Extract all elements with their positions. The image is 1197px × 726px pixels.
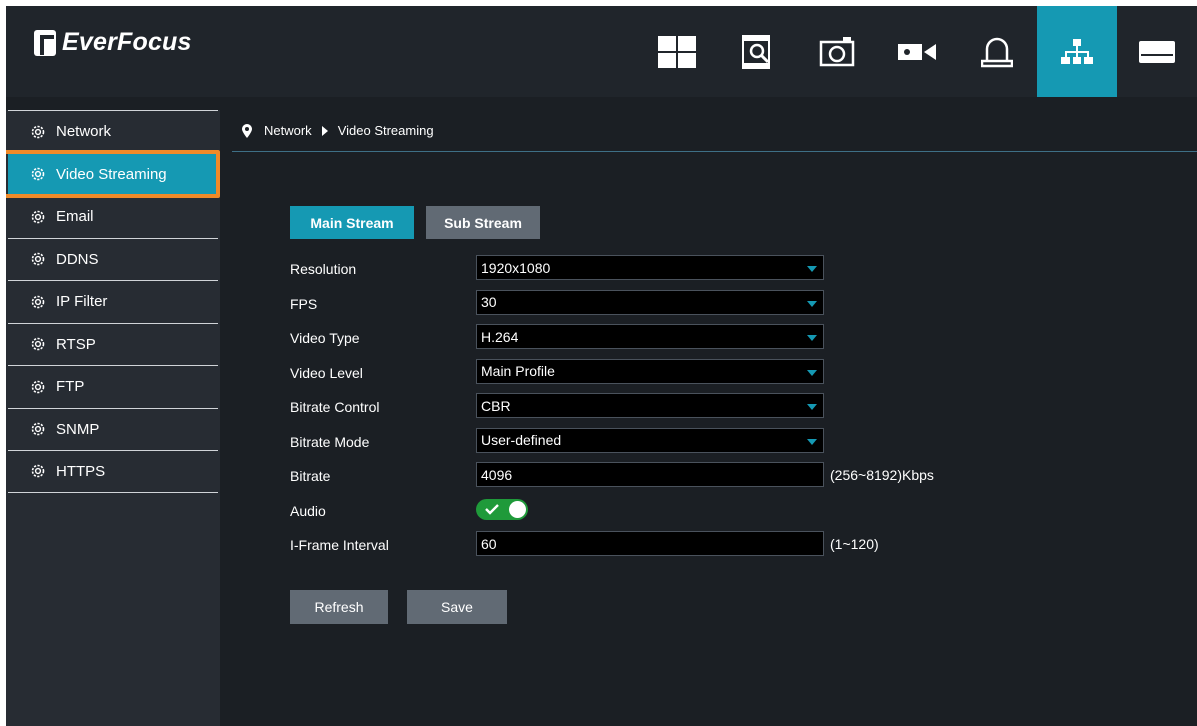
sidebar-item-label: HTTPS <box>56 462 106 480</box>
sidebar-item-video-streaming[interactable]: Video Streaming <box>8 152 218 195</box>
dropdown-caret-icon <box>807 369 817 376</box>
alarm-bell-icon[interactable] <box>957 6 1037 97</box>
sidebar-item-label: SNMP <box>56 420 100 438</box>
video-type-row: Video Type H.264 <box>290 319 1190 354</box>
sidebar-item-label: Video Streaming <box>56 165 167 183</box>
main-panel: Network Video Streaming Main Stream Sub … <box>232 110 1197 726</box>
bitrate-mode-select[interactable]: User-defined <box>476 427 824 453</box>
sidebar-item-rtsp[interactable]: RTSP <box>8 322 218 366</box>
video-type-select[interactable]: H.264 <box>476 324 824 349</box>
location-pin-icon <box>242 123 252 138</box>
breadcrumb: Network Video Streaming <box>232 110 1197 152</box>
iframe-interval-value: 60 <box>481 535 497 552</box>
tab-sub-stream[interactable]: Sub Stream <box>426 206 540 239</box>
brand-name: EverFocus <box>62 28 192 56</box>
sidebar-item-ddns[interactable]: DDNS <box>8 237 218 281</box>
gear-icon <box>30 421 46 437</box>
save-button[interactable]: Save <box>407 590 507 624</box>
resolution-value: 1920x1080 <box>481 259 551 276</box>
settings-sidebar: Network Video Streaming Email DDNS IP Fi… <box>6 110 220 726</box>
resolution-row: Resolution 1920x1080 <box>290 250 1190 285</box>
video-level-value: Main Profile <box>481 363 555 379</box>
sidebar-item-https[interactable]: HTTPS <box>8 450 218 493</box>
sidebar-item-label: FTP <box>56 378 85 396</box>
sidebar-item-label: Email <box>56 208 94 226</box>
everfocus-logo-icon <box>34 29 56 56</box>
camera-record-icon[interactable] <box>877 6 957 97</box>
gear-icon <box>30 294 46 310</box>
dropdown-caret-icon <box>807 300 817 307</box>
dropdown-caret-icon <box>807 266 817 272</box>
gear-icon <box>30 336 46 352</box>
breadcrumb-arrow-icon <box>321 125 328 136</box>
checkmark-icon <box>485 503 499 515</box>
iframe-interval-label: I-Frame Interval <box>290 537 389 553</box>
dropdown-caret-icon <box>807 404 817 410</box>
toggle-knob <box>509 500 526 518</box>
sidebar-item-label: Network <box>56 123 112 141</box>
gear-icon <box>30 124 46 140</box>
gear-icon <box>30 379 46 395</box>
sidebar-item-ip-filter[interactable]: IP Filter <box>8 280 218 323</box>
video-level-label: Video Level <box>290 364 363 381</box>
tab-main-stream[interactable]: Main Stream <box>290 206 414 239</box>
sidebar-item-label: RTSP <box>56 335 96 353</box>
bitrate-mode-value: User-defined <box>481 432 562 448</box>
audio-toggle[interactable] <box>476 498 528 520</box>
audio-row: Audio <box>290 492 1190 527</box>
iframe-range-hint: (1~120) <box>830 536 879 552</box>
gear-icon <box>30 209 46 225</box>
sidebar-item-email[interactable]: Email <box>8 195 218 238</box>
gear-icon <box>30 166 46 182</box>
sidebar-item-label: IP Filter <box>56 293 108 311</box>
bitrate-range-hint: (256~8192)Kbps <box>830 467 934 483</box>
top-navigation <box>637 6 1197 97</box>
app-window: EverFocus Network Video Streaming Email … <box>6 6 1197 726</box>
snapshot-camera-icon[interactable] <box>797 6 877 97</box>
bitrate-value: 4096 <box>481 466 513 483</box>
sidebar-item-ftp[interactable]: FTP <box>8 365 218 408</box>
stream-settings-form: Resolution 1920x1080 FPS 30 Video Type H… <box>290 250 1190 561</box>
playback-search-icon[interactable] <box>717 6 797 97</box>
fps-value: 30 <box>481 294 497 310</box>
video-type-value: H.264 <box>481 328 519 345</box>
fps-row: FPS 30 <box>290 285 1190 320</box>
brand-logo: EverFocus <box>34 28 192 57</box>
sidebar-item-label: DDNS <box>56 250 99 268</box>
resolution-select[interactable]: 1920x1080 <box>476 255 824 280</box>
breadcrumb-level-2: Video Streaming <box>337 123 434 138</box>
bitrate-mode-label: Bitrate Mode <box>290 433 370 450</box>
fps-select[interactable]: 30 <box>476 289 824 315</box>
iframe-interval-row: I-Frame Interval 60 (1~120) <box>290 526 1190 561</box>
audio-label: Audio <box>290 502 326 519</box>
stream-tabs: Main Stream Sub Stream <box>290 206 540 239</box>
bitrate-control-row: Bitrate Control CBR <box>290 388 1190 423</box>
gear-icon <box>30 251 46 267</box>
video-level-row: Video Level Main Profile <box>290 354 1190 389</box>
breadcrumb-level-1[interactable]: Network <box>264 123 312 138</box>
bitrate-row: Bitrate 4096 (256~8192)Kbps <box>290 457 1190 492</box>
top-header: EverFocus <box>6 6 1197 97</box>
fps-label: FPS <box>290 295 318 312</box>
video-type-label: Video Type <box>290 330 360 346</box>
network-icon[interactable] <box>1037 6 1117 97</box>
dropdown-caret-icon <box>807 438 817 445</box>
refresh-button[interactable]: Refresh <box>290 590 388 624</box>
bitrate-control-value: CBR <box>481 397 511 414</box>
resolution-label: Resolution <box>290 261 357 277</box>
gear-icon <box>30 463 46 479</box>
form-actions: Refresh Save <box>290 590 507 624</box>
dropdown-caret-icon <box>807 335 817 341</box>
video-level-select[interactable]: Main Profile <box>476 358 824 384</box>
bitrate-control-label: Bitrate Control <box>290 399 380 415</box>
bitrate-label: Bitrate <box>290 468 331 484</box>
sidebar-item-snmp[interactable]: SNMP <box>8 407 218 451</box>
bitrate-mode-row: Bitrate Mode User-defined <box>290 423 1190 458</box>
sidebar-item-network[interactable]: Network <box>8 110 218 153</box>
live-view-grid-icon[interactable] <box>637 6 717 97</box>
bitrate-control-select[interactable]: CBR <box>476 393 824 418</box>
bitrate-input[interactable]: 4096 <box>476 462 824 487</box>
iframe-interval-input[interactable]: 60 <box>476 531 824 556</box>
storage-device-icon[interactable] <box>1117 6 1197 97</box>
